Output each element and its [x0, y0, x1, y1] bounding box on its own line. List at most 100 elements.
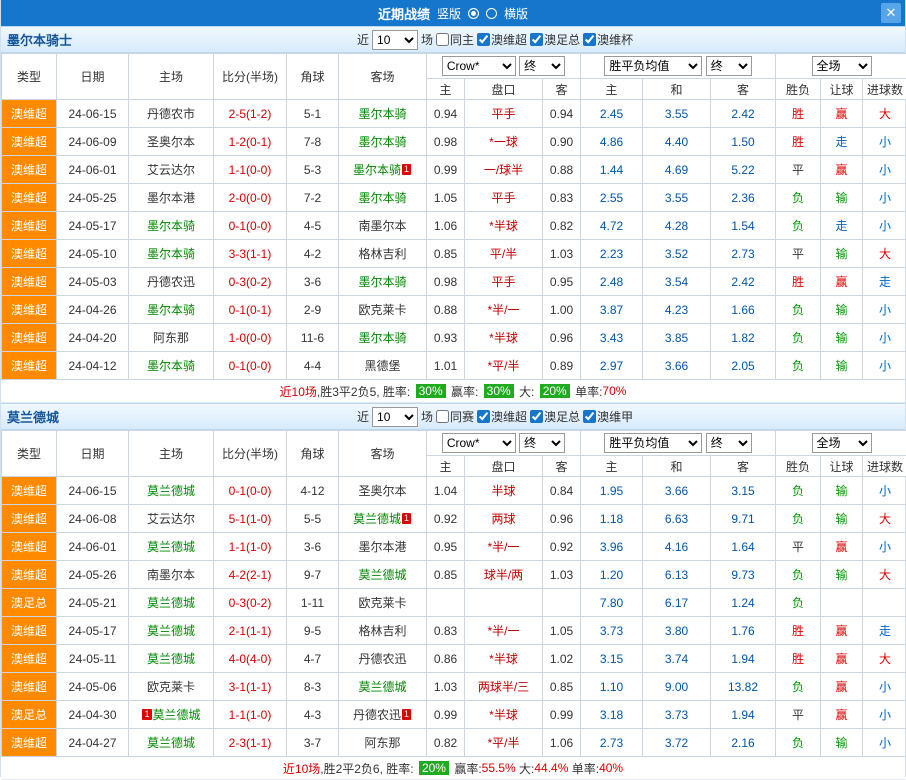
team-link[interactable]: 南墨尔本: [358, 219, 406, 233]
team-link[interactable]: 墨尔本骑: [358, 191, 406, 205]
avg-away-cell: 2.16: [711, 729, 776, 757]
odds-company-select[interactable]: Crow*: [442, 433, 516, 453]
odds-final-select[interactable]: 终: [519, 56, 565, 76]
odds-away-cell: 1.02: [543, 645, 581, 673]
team-link[interactable]: 格林吉利: [358, 624, 406, 638]
team-link[interactable]: 欧克莱卡: [358, 596, 406, 610]
team-link[interactable]: 丹德农迅: [353, 708, 401, 722]
filter-checkbox-input-1-2[interactable]: [530, 410, 543, 423]
filter-checkbox-league-1[interactable]: 澳维超: [477, 31, 527, 48]
match-date-cell: 24-05-21: [57, 589, 129, 617]
team-link[interactable]: 墨尔本骑: [358, 135, 406, 149]
score-cell: 0-1(0-0): [214, 352, 287, 380]
odds-home-cell: 1.03: [427, 673, 465, 701]
odds-company-select[interactable]: Crow*: [442, 56, 516, 76]
team-link[interactable]: 莫兰德城: [147, 484, 195, 498]
match-date-cell: 24-05-03: [57, 268, 129, 296]
games-count-select[interactable]: 10: [372, 407, 418, 427]
scope-select[interactable]: 全场: [812, 56, 872, 76]
team-link[interactable]: 艾云达尔: [147, 512, 195, 526]
summary-segment: 40%: [599, 761, 623, 775]
team-link[interactable]: 莫兰德城: [153, 708, 201, 722]
team-link[interactable]: 黑德堡: [364, 359, 400, 373]
home-team-cell: 墨尔本骑: [129, 352, 214, 380]
vertical-layout-radio[interactable]: [468, 8, 479, 19]
filter-checkbox-league-2[interactable]: 澳足总: [530, 408, 580, 425]
filter-checkbox-input-0-3[interactable]: [583, 33, 596, 46]
team-link[interactable]: 墨尔本骑: [147, 359, 195, 373]
horizontal-layout-radio[interactable]: [486, 8, 497, 19]
team-link[interactable]: 阿东那: [153, 331, 189, 345]
avg-home-cell: 1.20: [581, 561, 643, 589]
team-link[interactable]: 墨尔本港: [147, 191, 195, 205]
goals-result-cell: 大: [863, 645, 906, 673]
filter-checkbox-input-1-0[interactable]: [436, 410, 449, 423]
corner-cell: 5-3: [287, 156, 339, 184]
games-count-select[interactable]: 10: [372, 30, 418, 50]
team-name-title[interactable]: 墨尔本骑士: [1, 30, 72, 49]
team-link[interactable]: 欧克莱卡: [358, 303, 406, 317]
team-link[interactable]: 墨尔本骑: [147, 303, 195, 317]
league-type-cell: 澳维超: [2, 240, 57, 268]
team-name-title[interactable]: 莫兰德城: [1, 407, 59, 426]
team-link[interactable]: 丹德农迅: [147, 275, 195, 289]
filter-checkbox-same-league[interactable]: 同赛: [436, 408, 474, 425]
filter-checkbox-input-1-1[interactable]: [477, 410, 490, 423]
filter-checkbox-input-0-1[interactable]: [477, 33, 490, 46]
team-link[interactable]: 欧克莱卡: [147, 680, 195, 694]
away-team-cell: 莫兰德城: [339, 673, 427, 701]
filter-checkbox-input-0-0[interactable]: [436, 33, 449, 46]
team-link[interactable]: 墨尔本港: [358, 540, 406, 554]
team-link[interactable]: 南墨尔本: [147, 568, 195, 582]
match-row: 澳维超24-06-15丹德农市2-5(1-2)5-1墨尔本骑0.94平手0.94…: [2, 100, 906, 128]
filter-checkbox-league-2[interactable]: 澳足总: [530, 31, 580, 48]
scope-select[interactable]: 全场: [812, 433, 872, 453]
filter-checkbox-input-0-2[interactable]: [530, 33, 543, 46]
avg-odds-select[interactable]: 胜平负均值: [604, 56, 702, 76]
score-cell: 1-1(1-0): [214, 533, 287, 561]
filter-checkbox-league-3[interactable]: 澳维甲: [583, 408, 633, 425]
avg-away-cell: 2.42: [711, 100, 776, 128]
team-link[interactable]: 圣奥尔本: [147, 135, 195, 149]
team-link[interactable]: 墨尔本骑: [147, 219, 195, 233]
section-header-away-team: 莫兰德城 近 10 场 同赛 澳维超 澳足总 澳维甲: [1, 403, 905, 430]
team-link[interactable]: 莫兰德城: [353, 512, 401, 526]
team-link[interactable]: 格林吉利: [358, 247, 406, 261]
league-type-cell: 澳维超: [2, 296, 57, 324]
games-label: 场: [421, 31, 433, 48]
team-link[interactable]: 莫兰德城: [147, 652, 195, 666]
team-link[interactable]: 丹德农市: [147, 107, 195, 121]
filter-checkbox-league-3[interactable]: 澳维杯: [583, 31, 633, 48]
team-link[interactable]: 莫兰德城: [147, 624, 195, 638]
close-button[interactable]: ✕: [881, 3, 901, 23]
team-link[interactable]: 阿东那: [364, 736, 400, 750]
filter-checkbox-league-1[interactable]: 澳维超: [477, 408, 527, 425]
team-link[interactable]: 墨尔本骑: [353, 163, 401, 177]
corner-cell: 7-8: [287, 128, 339, 156]
team-link[interactable]: 墨尔本骑: [358, 275, 406, 289]
away-team-cell: 欧克莱卡: [339, 296, 427, 324]
team-link[interactable]: 墨尔本骑: [358, 331, 406, 345]
team-link[interactable]: 丹德农迅: [358, 652, 406, 666]
filter-checkbox-same-home[interactable]: 同主: [436, 31, 474, 48]
team-link[interactable]: 莫兰德城: [358, 680, 406, 694]
col-header-odds-home: 主: [427, 79, 465, 100]
odds-final-select[interactable]: 终: [519, 433, 565, 453]
away-team-cell: 墨尔本骑: [339, 184, 427, 212]
avg-odds-select[interactable]: 胜平负均值: [604, 433, 702, 453]
team-link[interactable]: 圣奥尔本: [358, 484, 406, 498]
team-link[interactable]: 莫兰德城: [147, 596, 195, 610]
near-label: 近: [357, 31, 369, 48]
team-link[interactable]: 莫兰德城: [358, 568, 406, 582]
odds-away-cell: 1.00: [543, 296, 581, 324]
team-link[interactable]: 莫兰德城: [147, 540, 195, 554]
avg-final-select[interactable]: 终: [706, 433, 752, 453]
team-link[interactable]: 墨尔本骑: [147, 247, 195, 261]
result-cell: 负: [776, 212, 821, 240]
avg-final-select[interactable]: 终: [706, 56, 752, 76]
team-link[interactable]: 墨尔本骑: [358, 107, 406, 121]
team-link[interactable]: 莫兰德城: [147, 736, 195, 750]
team-link[interactable]: 艾云达尔: [147, 163, 195, 177]
filter-checkbox-input-1-3[interactable]: [583, 410, 596, 423]
odds-home-cell: 0.94: [427, 100, 465, 128]
